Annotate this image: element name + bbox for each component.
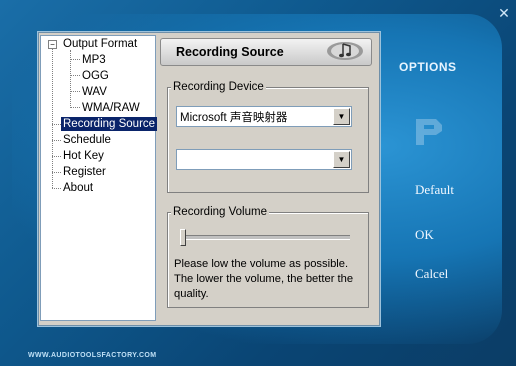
tree-item-recording-source[interactable]: Recording Source — [61, 117, 158, 131]
options-title: OPTIONS — [399, 60, 457, 74]
tree-line — [70, 107, 80, 108]
tree-item-hot-key[interactable]: Hot Key — [63, 149, 104, 163]
tree-item-schedule[interactable]: Schedule — [63, 133, 111, 147]
recording-device-label: Recording Device — [171, 81, 266, 93]
source-select[interactable]: ▼ — [176, 149, 352, 170]
tree-line — [52, 124, 61, 125]
music-note-icon — [327, 42, 363, 60]
footer-url: WWW.AUDIOTOOLSFACTORY.COM — [28, 352, 157, 359]
volume-slider-thumb[interactable] — [180, 229, 186, 246]
cancel-button[interactable]: Calcel — [415, 266, 448, 282]
collapse-icon[interactable]: − — [48, 40, 57, 49]
chevron-down-icon[interactable]: ▼ — [333, 108, 350, 125]
tree-line — [52, 172, 61, 173]
tree-line — [52, 140, 61, 141]
recording-volume-label: Recording Volume — [171, 206, 269, 218]
tree-line — [70, 91, 80, 92]
recording-device-group — [167, 87, 369, 193]
close-icon[interactable]: ✕ — [497, 6, 511, 20]
tree-line — [70, 75, 80, 76]
volume-hint: Please low the volume as possible. The l… — [174, 258, 354, 300]
tree-item-mp3[interactable]: MP3 — [82, 53, 106, 67]
tree-item-wma-raw[interactable]: WMA/RAW — [82, 101, 140, 115]
device-select-value: Microsoft 声音映射器 — [180, 112, 288, 124]
volume-slider-track[interactable] — [180, 235, 350, 240]
brand-watermark-icon — [416, 119, 442, 145]
tree-item-wav[interactable]: WAV — [82, 85, 107, 99]
tree-item-about[interactable]: About — [63, 181, 93, 195]
tree-line — [52, 156, 61, 157]
tree-line — [52, 188, 61, 189]
tree-item-ogg[interactable]: OGG — [82, 69, 109, 83]
tree-line — [70, 59, 80, 60]
device-select[interactable]: Microsoft 声音映射器 ▼ — [176, 106, 352, 127]
tree-line — [52, 48, 53, 188]
chevron-down-icon[interactable]: ▼ — [333, 151, 350, 168]
section-title: Recording Source — [176, 45, 284, 59]
tree-item-output-format[interactable]: Output Format — [63, 37, 137, 51]
default-button[interactable]: Default — [415, 182, 454, 198]
tree-item-register[interactable]: Register — [63, 165, 106, 179]
ok-button[interactable]: OK — [415, 227, 434, 243]
